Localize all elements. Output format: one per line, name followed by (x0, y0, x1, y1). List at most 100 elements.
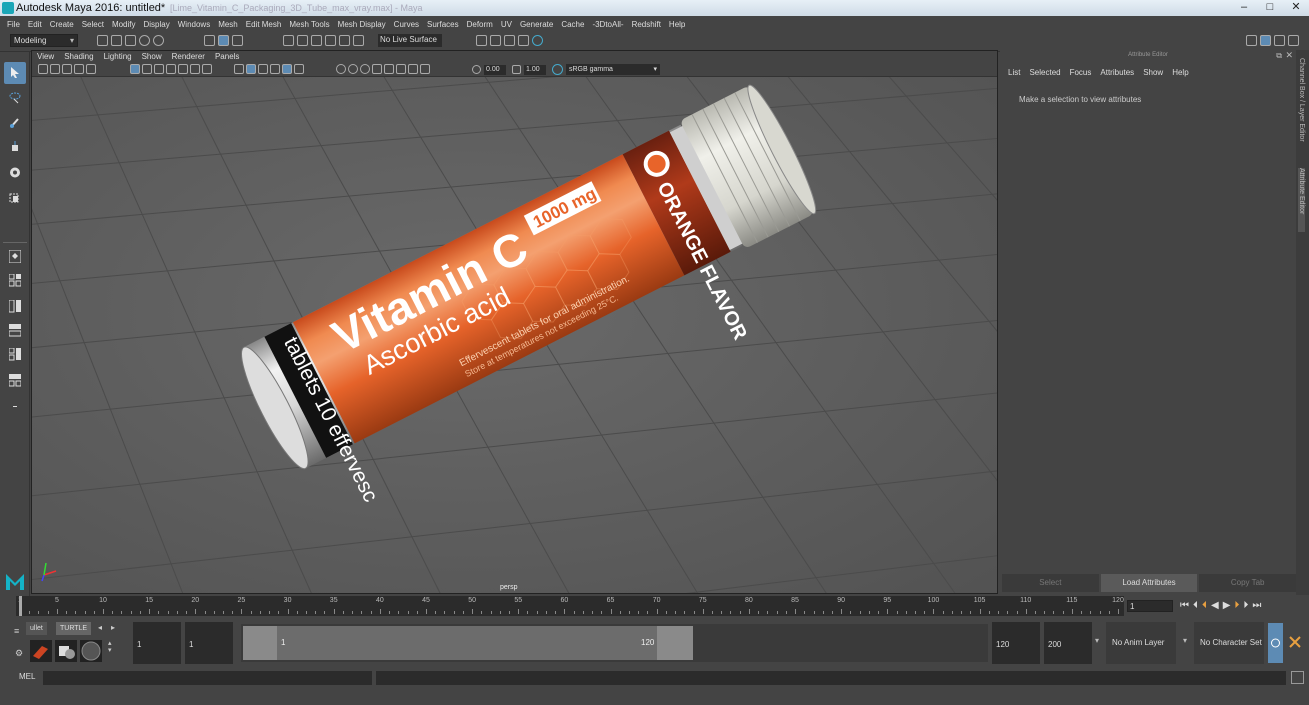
four-view-layout[interactable] (4, 270, 26, 292)
ae-menu-help[interactable]: Help (1172, 68, 1188, 77)
exposure-field[interactable]: 0.00 (484, 65, 506, 75)
menu-help[interactable]: Help (669, 20, 685, 29)
single-perspective-layout[interactable] (4, 246, 26, 268)
range-start-handle[interactable] (243, 626, 279, 660)
select-by-object-icon[interactable] (218, 35, 229, 46)
wireframe-on-shaded-icon[interactable] (270, 64, 280, 74)
shelf-menu-icon[interactable]: ≡ (14, 626, 19, 636)
playback-start-field[interactable]: 1 (185, 622, 233, 664)
collapse-layout-button[interactable] (4, 396, 26, 418)
vp-menu-renderer[interactable]: Renderer (172, 51, 205, 63)
uv-editor-layout[interactable] (4, 370, 26, 392)
undo-icon[interactable] (139, 35, 150, 46)
safe-title-icon[interactable] (202, 64, 212, 74)
tool-settings-icon[interactable] (1274, 35, 1285, 46)
paint-select-tool[interactable] (4, 112, 26, 134)
scale-tool[interactable] (4, 187, 26, 209)
anti-aliasing-icon[interactable] (372, 64, 382, 74)
field-chart-icon[interactable] (178, 64, 188, 74)
attribute-editor-toggle-icon[interactable] (1260, 35, 1271, 46)
close-button[interactable]: ✕ (1283, 0, 1309, 16)
shelf-tab-bullet[interactable]: ullet (26, 622, 47, 635)
view-transform-dropdown[interactable]: sRGB gamma (566, 64, 660, 75)
play-forwards-icon[interactable]: ▶ (1223, 600, 1231, 611)
playback-end-field[interactable]: 120 (992, 622, 1040, 664)
motion-blur-icon[interactable] (360, 64, 370, 74)
menu-surfaces[interactable]: Surfaces (427, 20, 459, 29)
image-plane-icon[interactable] (74, 64, 84, 74)
menu-cache[interactable]: Cache (561, 20, 584, 29)
ae-menu-show[interactable]: Show (1143, 68, 1163, 77)
menu-redshift[interactable]: Redshift (632, 20, 661, 29)
menu-mesh-tools[interactable]: Mesh Tools (289, 20, 329, 29)
scene-start-field[interactable]: 1 (133, 622, 181, 664)
lasso-tool[interactable] (4, 87, 26, 109)
render-settings-icon[interactable] (476, 35, 487, 46)
wireframe-icon[interactable] (234, 64, 244, 74)
modeling-toolkit-icon[interactable] (1246, 35, 1257, 46)
range-end-handle[interactable] (657, 626, 693, 660)
play-backwards-icon[interactable]: ◀ (1211, 600, 1219, 611)
snap-grid-icon[interactable] (283, 35, 294, 46)
mel-command-input[interactable] (43, 671, 372, 685)
menu-generate[interactable]: Generate (520, 20, 553, 29)
xray-joints-icon[interactable] (420, 64, 430, 74)
load-attributes-button[interactable]: Load Attributes (1100, 574, 1198, 592)
menu-modify[interactable]: Modify (112, 20, 136, 29)
live-object-icon[interactable] (353, 35, 364, 46)
move-tool[interactable] (4, 137, 26, 159)
two-d-pan-icon[interactable] (86, 64, 96, 74)
vp-menu-show[interactable]: Show (142, 51, 162, 63)
go-to-start-icon[interactable]: ⏮ (1180, 600, 1189, 611)
scene-end-field[interactable]: 200 (1044, 622, 1092, 664)
current-frame-field[interactable]: 1 (1127, 600, 1173, 612)
ae-menu-list[interactable]: List (1008, 68, 1020, 77)
live-surface-field[interactable]: No Live Surface (378, 34, 442, 47)
scene-view[interactable]: tablets 10 effervesc Vitamin C 1000 mg A… (32, 51, 997, 593)
bookmark-icon[interactable] (62, 64, 72, 74)
select-tool[interactable] (4, 62, 26, 84)
select-by-component-icon[interactable] (232, 35, 243, 46)
new-scene-icon[interactable] (97, 35, 108, 46)
save-scene-icon[interactable] (125, 35, 136, 46)
shelf-item-sphere[interactable] (80, 640, 102, 662)
resolution-gate-icon[interactable] (154, 64, 164, 74)
shelf-scroll-icon[interactable]: ▴ ▾ (108, 640, 112, 654)
gamma-field[interactable]: 1.00 (524, 65, 546, 75)
hypershade-icon[interactable] (532, 35, 543, 46)
menu-deform[interactable]: Deform (467, 20, 493, 29)
textured-icon[interactable] (282, 64, 292, 74)
shelf-next-icon[interactable]: ▸ (111, 623, 115, 632)
shadows-icon[interactable] (336, 64, 346, 74)
persp-outliner-layout[interactable] (4, 296, 26, 318)
menu-create[interactable]: Create (50, 20, 74, 29)
menu-mesh-display[interactable]: Mesh Display (338, 20, 386, 29)
grid-icon[interactable] (130, 64, 140, 74)
select-by-hierarchy-icon[interactable] (204, 35, 215, 46)
menu-edit[interactable]: Edit (28, 20, 42, 29)
copy-tab-button[interactable]: Copy Tab (1199, 574, 1297, 592)
tab-attribute-editor[interactable]: Attribute Editor (1298, 168, 1305, 232)
menu-uv[interactable]: UV (501, 20, 512, 29)
tab-channel-box[interactable]: Channel Box / Layer Editor (1298, 58, 1305, 142)
smooth-shade-icon[interactable] (246, 64, 256, 74)
menu-display[interactable]: Display (144, 20, 170, 29)
ae-menu-selected[interactable]: Selected (1029, 68, 1060, 77)
menu-edit-mesh[interactable]: Edit Mesh (246, 20, 282, 29)
menu-file[interactable]: File (7, 20, 20, 29)
vp-menu-view[interactable]: View (37, 51, 54, 63)
go-to-end-icon[interactable]: ⏭ (1252, 600, 1261, 611)
xray-icon[interactable] (408, 64, 418, 74)
shelf-settings-icon[interactable]: ⚙ (15, 648, 23, 659)
menu-mesh[interactable]: Mesh (218, 20, 238, 29)
open-scene-icon[interactable] (111, 35, 122, 46)
shelf-item-bake[interactable] (55, 640, 77, 662)
depth-of-field-icon[interactable] (384, 64, 394, 74)
camera-icon[interactable] (38, 64, 48, 74)
shelf-tab-turtle[interactable]: TURTLE (56, 622, 92, 635)
step-forward-key-icon[interactable]: ⏵ (1243, 600, 1248, 611)
mel-label[interactable]: MEL (19, 672, 35, 681)
ae-menu-focus[interactable]: Focus (1070, 68, 1092, 77)
auto-key-button[interactable] (1268, 623, 1283, 663)
anim-prefs-button[interactable] (1287, 634, 1303, 650)
